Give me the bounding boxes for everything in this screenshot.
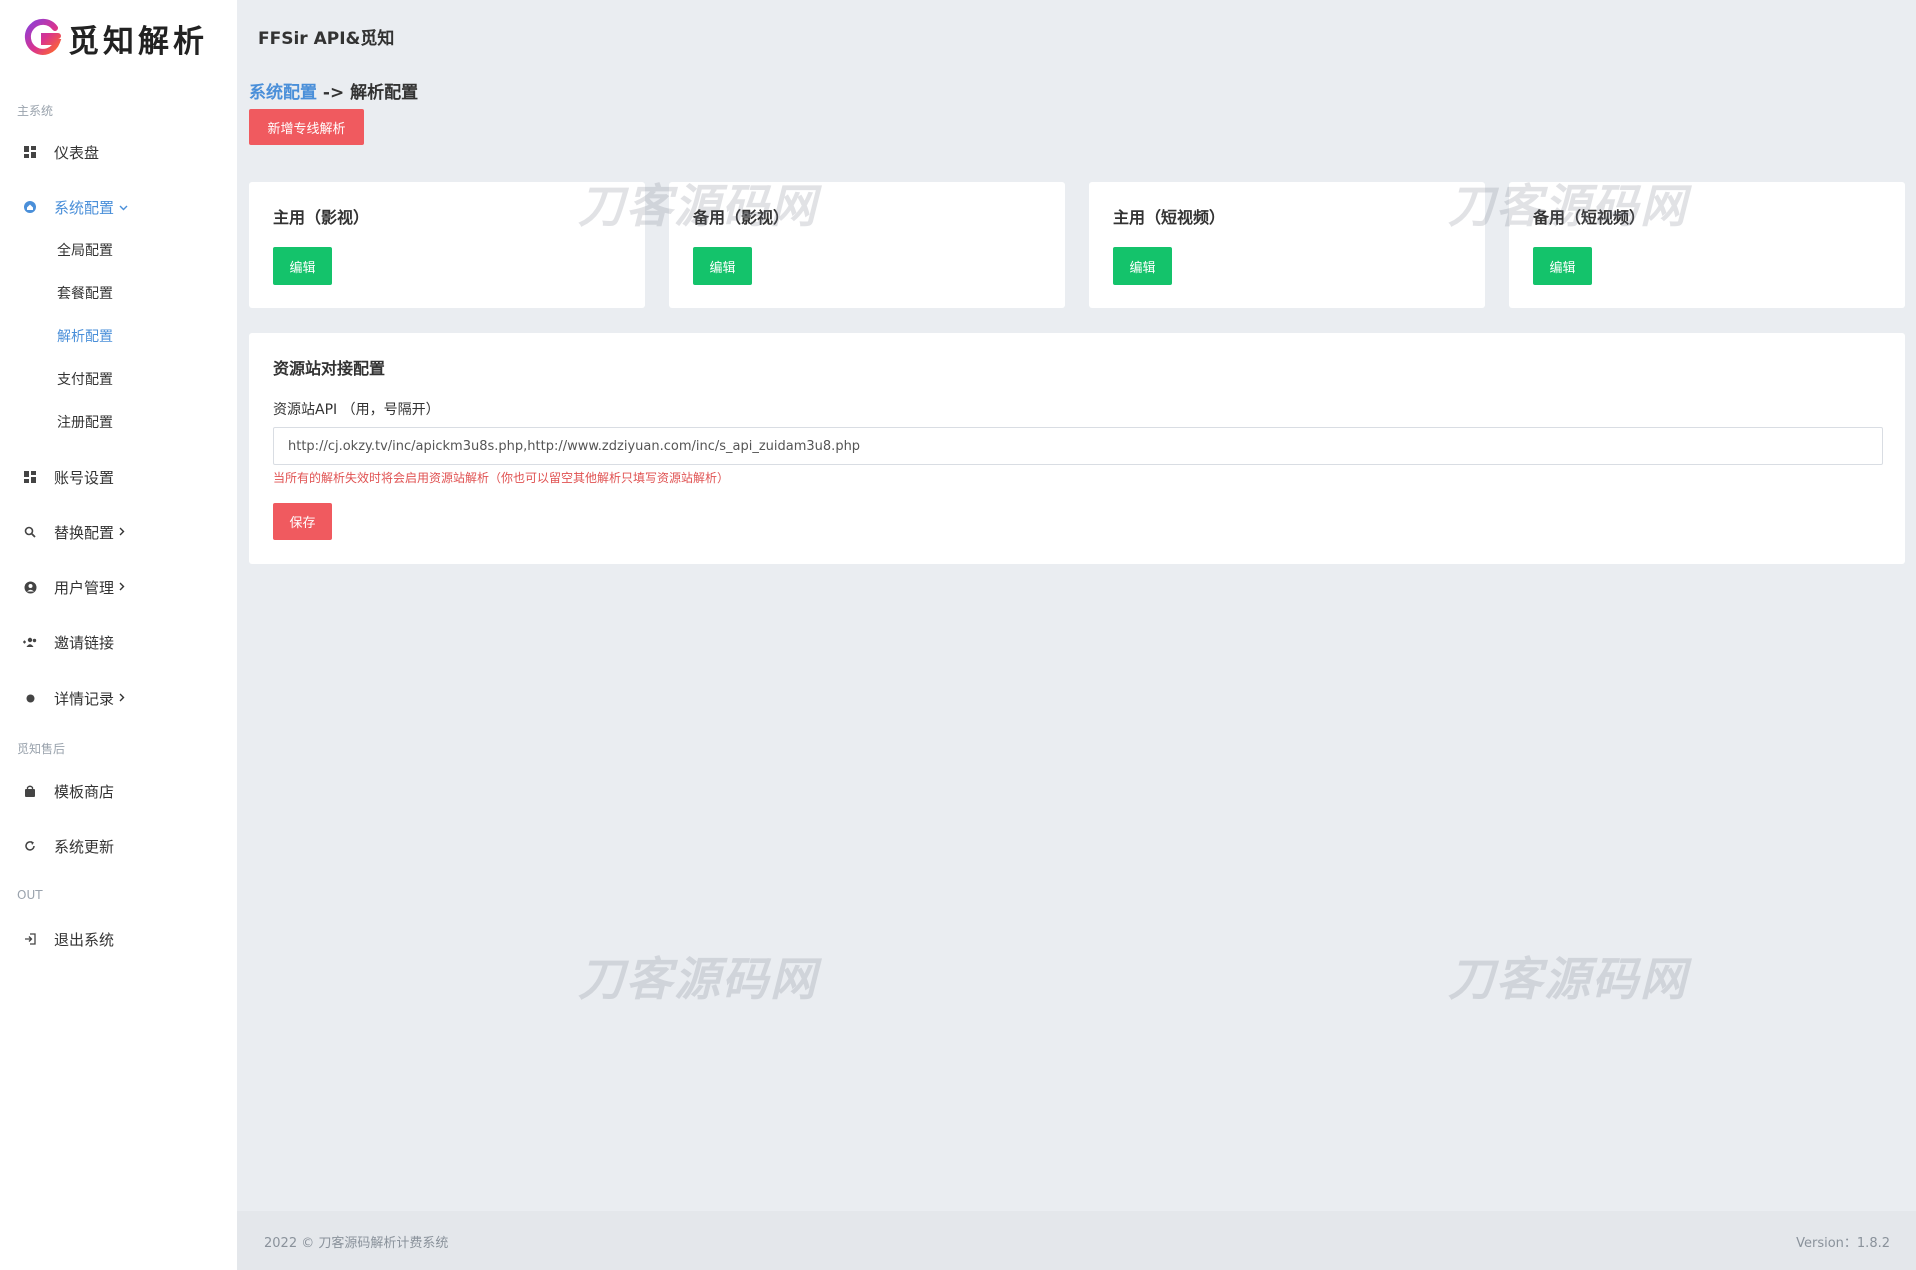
section-label-main: 主系统: [17, 104, 54, 118]
add-dedicated-line-button[interactable]: 新增专线解析: [249, 109, 364, 145]
watermark: 刀客源码网: [578, 952, 818, 1006]
chevron-down-icon: [119, 200, 128, 214]
sidebar-item-logout[interactable]: 退出系统: [22, 925, 114, 953]
sidebar-item-template-store[interactable]: 模板商店: [22, 777, 114, 805]
route-card-primary-short-video: 主用（短视频） 编辑: [1089, 182, 1485, 308]
route-card-backup-movie: 备用（影视） 编辑: [669, 182, 1065, 308]
breadcrumb: 系统配置 -> 解析配置: [249, 78, 418, 103]
breadcrumb-current: 解析配置: [350, 83, 419, 103]
section-label-out: OUT: [17, 888, 43, 902]
sidebar-item-replace-config[interactable]: 替换配置: [22, 518, 125, 546]
user-circle-icon: [22, 579, 38, 595]
sidebar-item-detail-records[interactable]: 详情记录: [22, 684, 125, 712]
resource-api-input[interactable]: [273, 427, 1883, 465]
users-add-icon: [22, 634, 38, 650]
app-title: FFSir API&觅知: [258, 29, 395, 49]
brand-logo[interactable]: 觅知解析: [22, 14, 208, 62]
edit-button[interactable]: 编辑: [1113, 247, 1172, 285]
sidebar-item-label: 账号设置: [54, 468, 115, 487]
sidebar-item-system-update[interactable]: 系统更新: [22, 832, 114, 860]
sidebar-item-label: 邀请链接: [54, 633, 115, 652]
route-card-primary-movie: 主用（影视） 编辑: [249, 182, 645, 308]
route-card-title: 主用（短视频）: [1113, 208, 1226, 227]
resource-api-label: 资源站API （用，号隔开）: [273, 402, 440, 418]
chevron-right-icon: [119, 580, 125, 594]
logo-text: 觅知解析: [68, 23, 208, 60]
sidebar-item-system-config[interactable]: 系统配置: [22, 193, 128, 221]
refresh-icon: [22, 838, 38, 854]
edit-button[interactable]: 编辑: [1533, 247, 1592, 285]
sidebar: 觅知解析 主系统 仪表盘 系统配置 全局配置 套餐配置 解析配置 支付配置 注册…: [0, 0, 237, 1270]
sidebar-subitem-payment-config[interactable]: 支付配置: [57, 369, 113, 389]
chevron-right-icon: [119, 691, 125, 705]
watermark: 刀客源码网: [1448, 952, 1688, 1006]
sidebar-item-invite-link[interactable]: 邀请链接: [22, 628, 114, 656]
dot-icon: [22, 690, 38, 706]
sidebar-item-dashboard[interactable]: 仪表盘: [22, 138, 99, 166]
route-card-backup-short-video: 备用（短视频） 编辑: [1509, 182, 1905, 308]
sidebar-item-label: 系统更新: [54, 837, 115, 856]
sidebar-item-label: 模板商店: [54, 782, 115, 801]
sidebar-item-user-management[interactable]: 用户管理: [22, 573, 125, 601]
footer: 2022 © 刀客源码解析计费系统 Version：1.8.2: [237, 1211, 1916, 1270]
breadcrumb-separator: ->: [317, 83, 351, 103]
sidebar-subitem-parse-config[interactable]: 解析配置: [57, 326, 113, 346]
route-card-title: 备用（短视频）: [1533, 208, 1646, 227]
dashboard-icon: [22, 144, 38, 160]
sidebar-subitem-register-config[interactable]: 注册配置: [57, 412, 113, 432]
bag-icon: [22, 783, 38, 799]
sidebar-subitem-package-config[interactable]: 套餐配置: [57, 283, 113, 303]
resource-card-title: 资源站对接配置: [273, 359, 386, 378]
sidebar-item-label: 系统配置: [54, 198, 115, 217]
edit-button[interactable]: 编辑: [693, 247, 752, 285]
sidebar-item-label: 仪表盘: [54, 143, 100, 162]
sidebar-item-label: 替换配置: [54, 523, 115, 542]
sidebar-item-label: 详情记录: [54, 689, 115, 708]
resource-site-config-card: 资源站对接配置 资源站API （用，号隔开） 当所有的解析失效时将会启用资源站解…: [249, 333, 1905, 564]
breadcrumb-parent-link[interactable]: 系统配置: [249, 83, 317, 103]
search-icon: [22, 524, 38, 540]
grid-icon: [22, 469, 38, 485]
section-label-after-sales: 觅知售后: [17, 742, 66, 756]
home-icon: [22, 199, 38, 215]
edit-button[interactable]: 编辑: [273, 247, 332, 285]
footer-copyright: 2022 © 刀客源码解析计费系统: [264, 1236, 449, 1251]
footer-version: Version：1.8.2: [1796, 1236, 1890, 1251]
sidebar-item-label: 退出系统: [54, 930, 115, 949]
logo-icon: [24, 18, 62, 55]
save-button[interactable]: 保存: [273, 503, 332, 540]
sidebar-subitem-global-config[interactable]: 全局配置: [57, 240, 113, 260]
sidebar-item-label: 用户管理: [54, 578, 115, 597]
logout-icon: [22, 931, 38, 947]
sidebar-item-account-settings[interactable]: 账号设置: [22, 463, 114, 491]
route-card-title: 主用（影视）: [273, 208, 370, 227]
resource-api-hint: 当所有的解析失效时将会启用资源站解析（你也可以留空其他解析只填写资源站解析）: [273, 471, 730, 485]
chevron-right-icon: [119, 525, 125, 539]
route-card-title: 备用（影视）: [693, 208, 790, 227]
